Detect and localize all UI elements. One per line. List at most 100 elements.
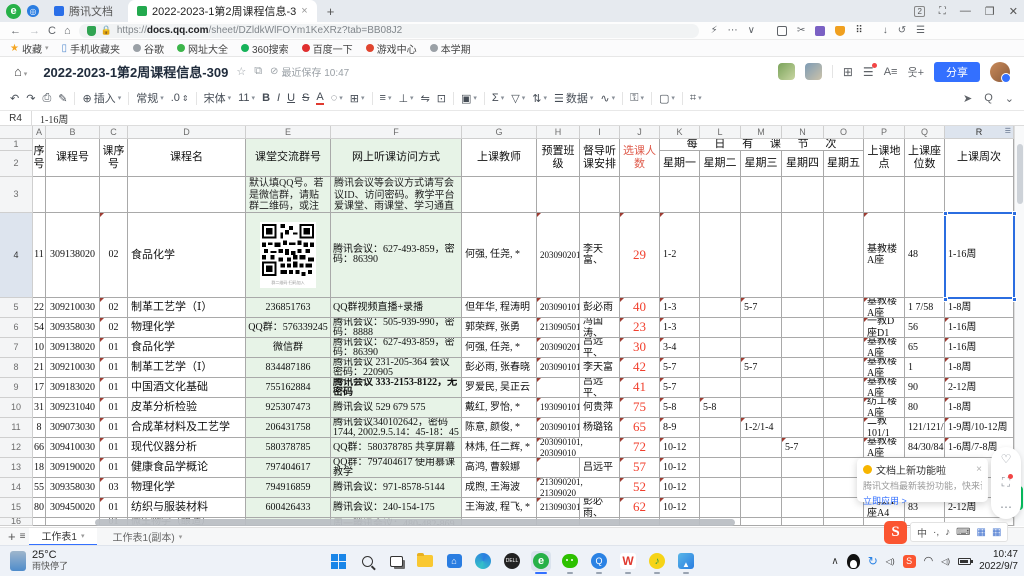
row-header-3[interactable]: 3	[0, 177, 33, 213]
column-header-Q[interactable]: Q	[905, 126, 945, 139]
cell-J10[interactable]: 75	[620, 398, 660, 418]
cell-O9[interactable]	[824, 378, 864, 398]
ime-lang-icon[interactable]: 中	[917, 525, 927, 540]
column-header-F[interactable]: F	[331, 126, 462, 139]
cell-H9[interactable]	[537, 378, 580, 398]
cell-G6[interactable]: 郭荣辉, 张勇	[462, 318, 537, 338]
cell-D5[interactable]: 制革工艺学（Ⅰ）	[128, 298, 246, 318]
cell-R9[interactable]: 2-12周	[945, 378, 1014, 398]
start-button[interactable]	[328, 551, 348, 571]
cell-N14[interactable]	[782, 478, 824, 498]
cell-I10[interactable]: 何贵萍	[580, 398, 620, 418]
cell-I9[interactable]: 吕远平、	[580, 378, 620, 398]
cell-A4[interactable]: 11	[33, 213, 46, 298]
cell-C7[interactable]: 01	[100, 338, 128, 358]
cell-I15[interactable]: 彭必雨、	[580, 498, 620, 518]
cell-L9[interactable]	[700, 378, 741, 398]
cell-F14[interactable]: 腾讯会议：971-8578-5144	[331, 478, 462, 498]
move-to-icon[interactable]: ⧉	[254, 65, 262, 78]
cell-C15[interactable]: 01	[100, 498, 128, 518]
cell-J12[interactable]: 72	[620, 438, 660, 458]
cell-K11[interactable]: 8-9	[660, 418, 700, 438]
note-cell[interactable]	[100, 177, 128, 213]
nav-refresh-icon[interactable]: C	[48, 25, 56, 37]
cell-B10[interactable]: 309231040	[46, 398, 100, 418]
nav-home-icon[interactable]: ⌂	[64, 25, 71, 37]
cell-E6[interactable]: QQ群：576339245	[246, 318, 331, 338]
browser-360-button[interactable]: e	[531, 551, 551, 571]
cell-L15[interactable]	[700, 498, 741, 518]
address-bar[interactable]: 🔒 https://docs.qq.com/sheet/DZldkWlFOYm1…	[79, 24, 699, 38]
cell-N5[interactable]	[782, 298, 824, 318]
site-safety-shield-icon[interactable]	[87, 26, 96, 36]
cell-E12[interactable]: 580378785	[246, 438, 331, 458]
browser-360-logo-icon[interactable]: e	[6, 4, 21, 19]
row-header-10[interactable]: 10	[0, 398, 33, 418]
row-header-16[interactable]: 16	[0, 518, 33, 526]
cell-O4[interactable]	[824, 213, 864, 298]
column-header-L[interactable]: L	[700, 126, 741, 139]
popup-close-icon[interactable]: ×	[976, 464, 982, 475]
cell-F11[interactable]: 腾讯会议340102642，密码1744, 2002.9.5.14：45-18：…	[331, 418, 462, 438]
cell-M5[interactable]: 5-7	[741, 298, 782, 318]
cell-K13[interactable]: 10-12	[660, 458, 700, 478]
note-cell[interactable]	[824, 177, 864, 213]
cell-D6[interactable]: 物理化学	[128, 318, 246, 338]
cell-N6[interactable]	[782, 318, 824, 338]
all-sheets-icon[interactable]: ≡	[20, 531, 26, 542]
ime-mic-icon[interactable]: ♪	[945, 527, 950, 538]
cell-H15[interactable]: 213090301	[537, 498, 580, 518]
note-cell[interactable]	[741, 177, 782, 213]
italic-button[interactable]: I	[277, 92, 280, 104]
cell-L5[interactable]	[700, 298, 741, 318]
volume-icon[interactable]: ◁)	[941, 557, 950, 566]
cell-R11[interactable]: 1-9周/10-12周	[945, 418, 1014, 438]
window-restore-button[interactable]: ❐	[985, 5, 995, 18]
window-count-badge[interactable]: 2	[914, 6, 924, 17]
header-f[interactable]: 网上听课访问方式	[331, 139, 462, 177]
header-w5[interactable]: 星期五	[824, 151, 864, 177]
cell-L12[interactable]	[700, 438, 741, 458]
cell-J9[interactable]: 41	[620, 378, 660, 398]
cell-D11[interactable]: 合成革材料及工艺学	[128, 418, 246, 438]
ime-punct-icon[interactable]: ·,	[933, 527, 939, 538]
sogou-tray-icon[interactable]: S	[903, 555, 916, 568]
row-header-15[interactable]: 15	[0, 498, 33, 518]
bookmark-360search[interactable]: 360搜索	[241, 41, 289, 56]
cell-O11[interactable]	[824, 418, 864, 438]
cell-Q5[interactable]: 1 7/58	[905, 298, 945, 318]
cell-P12[interactable]: 基教楼A座	[864, 438, 905, 458]
cell-I11[interactable]: 杨璐铭	[580, 418, 620, 438]
cell-J7[interactable]: 30	[620, 338, 660, 358]
cell-P10[interactable]: 纺工楼A座	[864, 398, 905, 418]
cell-M15[interactable]	[741, 498, 782, 518]
wps-button[interactable]: W	[618, 551, 638, 571]
cell-A16[interactable]	[33, 518, 46, 526]
cell-M11[interactable]: 1-2/1-4	[741, 418, 782, 438]
cell-A10[interactable]: 31	[33, 398, 46, 418]
cell-D7[interactable]: 食品化学	[128, 338, 246, 358]
notifications-menu-icon[interactable]: ☰	[863, 65, 874, 79]
text-wrap-button[interactable]: ⇋	[421, 92, 430, 105]
note-cell[interactable]	[700, 177, 741, 213]
cell-J15[interactable]: 62	[620, 498, 660, 518]
cell-D8[interactable]: 制革工艺学（Ⅰ）	[128, 358, 246, 378]
cell-R5[interactable]: 1-8周	[945, 298, 1014, 318]
cell-C4[interactable]: 02	[100, 213, 128, 298]
task-view-button[interactable]	[386, 551, 406, 571]
cell-F6[interactable]: 腾讯会议：505-939-990，密码：8888	[331, 318, 462, 338]
row-header-1[interactable]: 1	[0, 139, 33, 151]
cell-O5[interactable]	[824, 298, 864, 318]
cell-G14[interactable]: 成煦, 王海波	[462, 478, 537, 498]
font-color-button[interactable]: A	[316, 92, 323, 105]
cell-B5[interactable]: 309210030	[46, 298, 100, 318]
cell-H13[interactable]	[537, 458, 580, 478]
header-p[interactable]: 上课地点	[864, 139, 905, 177]
header-q[interactable]: 上课座位数	[905, 139, 945, 177]
header-weekday-group[interactable]: 每 日 有 课 节 次	[660, 139, 864, 151]
cell-F4[interactable]: 腾讯会议：627-493-859，密码：86390	[331, 213, 462, 298]
cell-L6[interactable]	[700, 318, 741, 338]
cell-A11[interactable]: 8	[33, 418, 46, 438]
url-more-icon[interactable]: ⋯	[728, 25, 738, 36]
bookmark-gamecenter[interactable]: 游戏中心	[366, 41, 417, 56]
